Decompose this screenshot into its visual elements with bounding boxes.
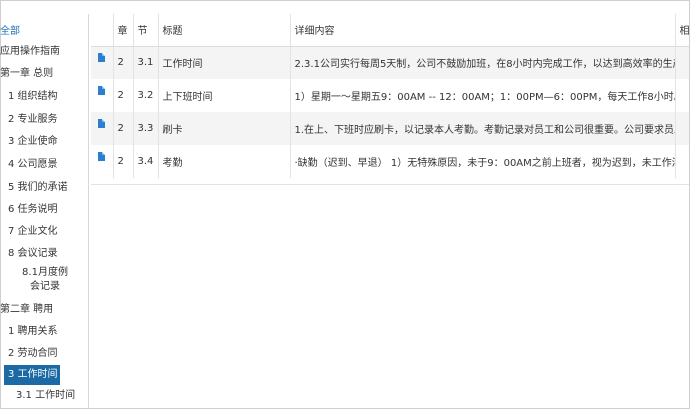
document-icon[interactable]: [98, 118, 106, 128]
row-detail: 1）星期一～星期五9：00AM -- 12：00AM；1：00PM—6：00PM…: [290, 79, 676, 112]
row-doc-cell[interactable]: [91, 46, 114, 79]
table-row[interactable]: 2 3.3 刷卡 1.在上、下班时应刷卡，以记录本人考勤。考勤记录对员工和公司很…: [91, 112, 689, 145]
nav-monthly-meeting[interactable]: 8.1月度例会记录: [0, 266, 70, 296]
row-chapter: 2: [113, 79, 134, 112]
document-icon[interactable]: [98, 151, 106, 161]
nav-task-description[interactable]: 6 任务说明: [0, 200, 88, 220]
row-doc-cell[interactable]: [91, 112, 114, 145]
row-section: 3.1: [133, 46, 159, 79]
nav-corporate-culture[interactable]: 7 企业文化: [0, 222, 88, 242]
nav-all[interactable]: 全部: [0, 22, 88, 42]
nav-working-hours[interactable]: 3 工作时间: [4, 365, 60, 385]
table-row[interactable]: 2 3.2 上下班时间 1）星期一～星期五9：00AM -- 12：00AM；1…: [91, 79, 689, 112]
nav-working-hours-3-1[interactable]: 3.1 工作时间: [0, 386, 88, 406]
nav-mission[interactable]: 3 企业使命: [0, 132, 88, 152]
row-chapter: 2: [113, 112, 134, 145]
row-extra: [675, 46, 689, 79]
category-tree: 全部 应用操作指南 第一章 总则 1 组织结构 2 专业服务 3 企业使命 4 …: [0, 14, 89, 409]
row-chapter: 2: [113, 145, 134, 178]
row-title: 刷卡: [158, 112, 291, 145]
nav-chapter-1[interactable]: 第一章 总则: [0, 64, 88, 84]
nav-promise[interactable]: 5 我们的承诺: [0, 178, 88, 198]
row-section: 3.4: [133, 145, 159, 178]
nav-labor-contract[interactable]: 2 劳动合同: [0, 344, 88, 364]
row-extra: [675, 145, 689, 178]
row-doc-cell[interactable]: [91, 145, 114, 178]
header-detail[interactable]: 详细内容: [290, 14, 676, 47]
row-title: 考勤: [158, 145, 291, 178]
row-detail: ·缺勤（迟到、早退） 1）无特殊原因，未于9：00AM之前上班者，视为迟到，未工…: [290, 145, 676, 178]
row-doc-cell[interactable]: [91, 79, 114, 112]
nav-org-structure[interactable]: 1 组织结构: [0, 87, 88, 107]
header-chapter[interactable]: 章: [113, 14, 134, 47]
table-row[interactable]: 2 3.1 工作时间 2.3.1公司实行每周5天制，公司不鼓励加班，在8小时内完…: [91, 46, 689, 79]
row-chapter: 2: [113, 46, 134, 79]
row-detail: 2.3.1公司实行每周5天制，公司不鼓励加班，在8小时内完成工作，以达到高效率的…: [290, 46, 676, 79]
row-extra: [675, 112, 689, 145]
header-extra[interactable]: 相: [675, 14, 689, 47]
table-header-row: 章 节 标题 详细内容 相: [91, 14, 689, 47]
row-section: 3.3: [133, 112, 159, 145]
nav-chapter-2[interactable]: 第二章 聘用: [0, 300, 88, 320]
nav-professional-service[interactable]: 2 专业服务: [0, 110, 88, 130]
row-extra: [675, 79, 689, 112]
content-table: 章 节 标题 详细内容 相 2 3.1 工作时间 2.3.1公司实行每周5天制，…: [91, 14, 689, 185]
document-icon[interactable]: [98, 85, 106, 95]
row-title: 工作时间: [158, 46, 291, 79]
nav-vision[interactable]: 4 公司愿景: [0, 155, 88, 175]
document-icon[interactable]: [98, 52, 106, 62]
header-section[interactable]: 节: [133, 14, 159, 47]
nav-app-guide[interactable]: 应用操作指南: [0, 42, 88, 62]
header-title[interactable]: 标题: [158, 14, 291, 47]
nav-employment-relation[interactable]: 1 聘用关系: [0, 322, 88, 342]
nav-meeting-records[interactable]: 8 会议记录: [0, 244, 88, 264]
table-row[interactable]: 2 3.4 考勤 ·缺勤（迟到、早退） 1）无特殊原因，未于9：00AM之前上班…: [91, 145, 689, 178]
header-icon: [91, 14, 114, 47]
row-title: 上下班时间: [158, 79, 291, 112]
row-section: 3.2: [133, 79, 159, 112]
row-detail: 1.在上、下班时应刷卡，以记录本人考勤。考勤记录对员工和公司很重要。公司要求员工…: [290, 112, 676, 145]
